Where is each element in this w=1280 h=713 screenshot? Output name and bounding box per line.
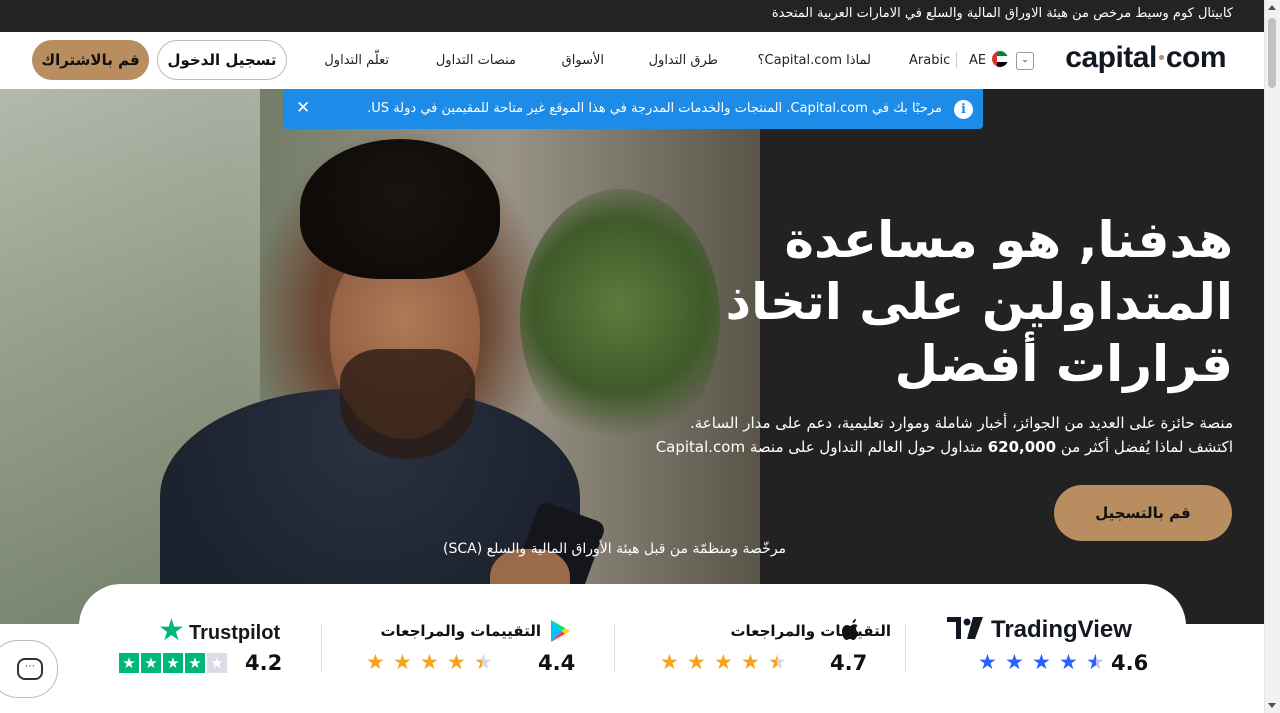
- star-icon: ★: [978, 650, 997, 674]
- trustpilot-stars: ★ ★ ★ ★ ★: [119, 653, 229, 673]
- signup-button[interactable]: قم بالاشتراك: [32, 40, 149, 80]
- page-scrollbar[interactable]: [1264, 0, 1280, 713]
- nav-why-capital[interactable]: لماذا Capital.com؟: [758, 53, 871, 68]
- hero-title: هدفنا, هو مساعدة المتداولين على اتخاذ قر…: [725, 211, 1233, 393]
- divider: [905, 624, 906, 672]
- tradingview-score: 4.6: [1111, 651, 1149, 675]
- language-selector[interactable]: Arabic: [909, 53, 950, 68]
- hero-subtitle: منصة حائزة على العديد من الجوائز، أخبار …: [655, 414, 1233, 456]
- site-header: capital com ⌄ AE Arabic لماذا Capital.com…: [0, 32, 1265, 90]
- divider: [956, 52, 957, 68]
- rating-apple[interactable]: التقييمات والمراجعات ★ ★ ★ ★ ★ 4.7: [649, 584, 891, 713]
- hero-person-hair: [300, 139, 500, 279]
- rating-tradingview[interactable]: TradingView ★ ★ ★ ★ ★ 4.6: [945, 584, 1165, 713]
- logo-dot: [1158, 54, 1164, 60]
- divider: [614, 624, 615, 672]
- tradingview-logo-icon: [947, 617, 983, 643]
- scroll-up-arrow[interactable]: [1268, 5, 1276, 10]
- capital-com-logo[interactable]: capital com: [1065, 41, 1226, 75]
- nav-trading-platforms[interactable]: منصات التداول: [436, 53, 516, 68]
- uae-flag-icon[interactable]: [992, 51, 1008, 67]
- google-play-ratings-title: التقييمات والمراجعات: [380, 622, 541, 640]
- divider: [321, 624, 322, 672]
- rating-trustpilot[interactable]: ★ Trustpilot ★ ★ ★ ★ ★ 4.2: [117, 584, 297, 713]
- apple-ratings-title: التقييمات والمراجعات: [730, 622, 891, 640]
- nav-learn-trading[interactable]: تعلّم التداول: [324, 53, 389, 68]
- regulation-notice: كابيتال كوم وسيط مرخص من هيئة الاوراق ال…: [771, 6, 1233, 21]
- regulation-text: مرخّصة ومنظمّة من قبل هيئة الأوراق المال…: [443, 541, 787, 557]
- close-icon[interactable]: ✕: [296, 98, 310, 118]
- trustpilot-star-icon: ★: [158, 613, 185, 648]
- apple-stars: ★ ★ ★ ★ ★: [660, 650, 787, 674]
- star-icon: ★: [1005, 650, 1024, 674]
- region-notice-banner: i مرحبًا بك في Capital.com. المنتجات وال…: [283, 89, 983, 129]
- chat-icon: ⋯: [17, 658, 43, 680]
- top-announcement-bar: كابيتال كوم وسيط مرخص من هيئة الاوراق ال…: [0, 0, 1265, 32]
- hero-section: هدفنا, هو مساعدة المتداولين على اتخاذ قر…: [0, 89, 1265, 624]
- ratings-panel: TradingView ★ ★ ★ ★ ★ 4.6 التقييمات والمراجع…: [79, 584, 1186, 713]
- chevron-down-icon[interactable]: ⌄: [1016, 52, 1034, 70]
- apple-score: 4.7: [830, 651, 868, 675]
- region-notice-text: مرحبًا بك في Capital.com. المنتجات والخد…: [367, 101, 942, 116]
- google-play-stars: ★ ★ ★ ★ ★: [366, 650, 493, 674]
- trustpilot-brand: Trustpilot: [189, 622, 281, 644]
- star-icon: ★: [1059, 650, 1078, 674]
- google-play-score: 4.4: [538, 651, 576, 675]
- chat-button[interactable]: ⋯: [0, 640, 58, 698]
- register-button[interactable]: قم بالتسجيل: [1054, 485, 1232, 541]
- rating-google-play[interactable]: التقييمات والمراجعات ★ ★ ★ ★ ★ 4.4: [364, 584, 584, 713]
- google-play-icon: [550, 620, 570, 646]
- hero-background-plant: [520, 189, 720, 449]
- star-icon: ★: [1032, 650, 1051, 674]
- tradingview-stars: ★ ★ ★ ★ ★: [978, 650, 1113, 674]
- country-code[interactable]: AE: [969, 53, 986, 68]
- trustpilot-score: 4.2: [245, 651, 283, 675]
- info-icon: i: [954, 100, 973, 119]
- login-button[interactable]: تسجيل الدخول: [157, 40, 287, 80]
- scroll-down-arrow[interactable]: [1268, 703, 1276, 708]
- scroll-thumb[interactable]: [1268, 18, 1276, 88]
- tradingview-brand: TradingView: [991, 616, 1132, 643]
- nav-markets[interactable]: الأسواق: [562, 53, 604, 68]
- hero-person-beard: [340, 349, 475, 459]
- star-half-icon: ★: [1086, 650, 1105, 674]
- nav-trading-methods[interactable]: طرق التداول: [649, 53, 718, 68]
